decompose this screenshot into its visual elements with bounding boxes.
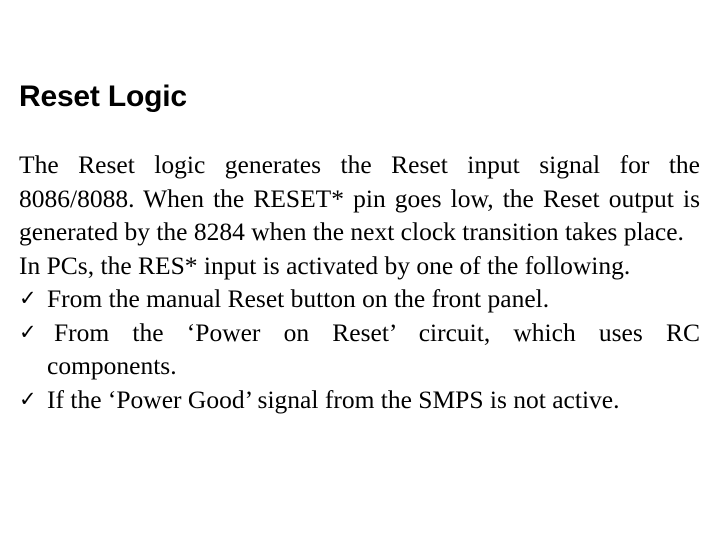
list-item: ✓ If the ‘Power Good’ signal from the SM… bbox=[19, 383, 700, 417]
check-mark-icon: ✓ bbox=[19, 386, 37, 411]
list-item-label: From the manual Reset button on the fron… bbox=[47, 284, 550, 313]
list-item-label: From the ‘Power on Reset’ circuit, which… bbox=[47, 317, 700, 381]
slide-canvas: Reset Logic The Reset logic generates th… bbox=[0, 0, 720, 540]
slide-body: The Reset logic generates the Reset inpu… bbox=[19, 148, 700, 416]
list-item: ✓ From the ‘Power on Reset’ circuit, whi… bbox=[19, 316, 700, 383]
paragraph-pc-res-intro: In PCs, the RES* input is activated by o… bbox=[19, 250, 631, 280]
check-mark-icon: ✓ bbox=[19, 319, 37, 344]
list-item: ✓ From the manual Reset button on the fr… bbox=[19, 282, 700, 316]
bullet-list: ✓ From the manual Reset button on the fr… bbox=[19, 282, 700, 416]
list-item-label: If the ‘Power Good’ signal from the SMPS… bbox=[47, 384, 620, 414]
paragraph-reset-logic-description: The Reset logic generates the Reset inpu… bbox=[19, 150, 700, 246]
page-title: Reset Logic bbox=[19, 80, 187, 113]
check-mark-icon: ✓ bbox=[19, 286, 37, 310]
